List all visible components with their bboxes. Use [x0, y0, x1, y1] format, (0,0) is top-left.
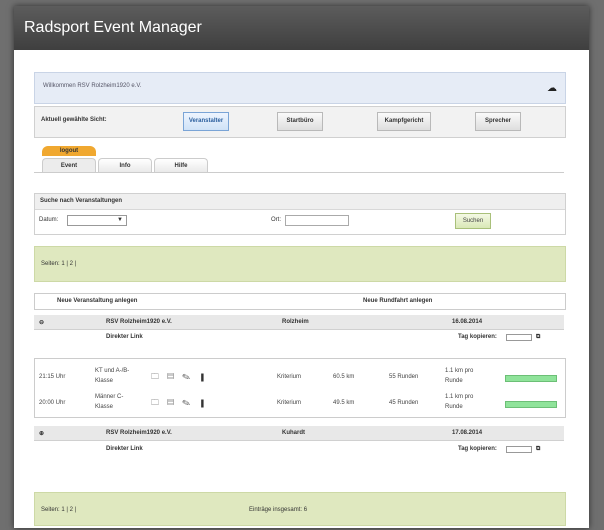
direct-link[interactable]: Direkter Link	[106, 334, 143, 340]
race-progress-bar	[505, 401, 557, 408]
tab-event[interactable]: Event	[42, 158, 96, 173]
event-club: RSV Rolzheim1920 e.V.	[106, 430, 172, 436]
race-rounds: 55 Runden	[389, 374, 419, 380]
date-label: Datum:	[39, 217, 59, 223]
tab-divider	[34, 172, 564, 173]
search-title: Suche nach Veranstaltungen	[40, 198, 123, 204]
chevron-down-icon: ▼	[117, 217, 123, 223]
event-place: Kuhardt	[282, 430, 305, 436]
race-action-icons[interactable]: 🗀 ▤ ✎ ▮	[151, 371, 209, 385]
location-input[interactable]	[285, 215, 349, 226]
pagination-text[interactable]: Seiten: 1 | 2 |	[41, 261, 76, 267]
app-title: Radsport Event Manager	[24, 19, 202, 36]
view-button-kampfgericht[interactable]: Kampfgericht	[377, 112, 431, 131]
event-subrow: Direkter Link Tag kopieren: ⧉	[34, 442, 564, 456]
welcome-text: Willkommen RSV Rolzheim1920 e.V.	[43, 83, 142, 89]
date-select[interactable]: ▼	[67, 215, 127, 226]
view-button-veranstalter[interactable]: Veranstalter	[183, 112, 229, 131]
app-frame: Radsport Event Manager Willkommen RSV Ro…	[14, 6, 589, 528]
logout-button[interactable]: logout	[42, 146, 96, 156]
race-rounds: 45 Runden	[389, 400, 419, 406]
new-round-link[interactable]: Neue Rundfahrt anlegen	[363, 298, 432, 304]
race-time: 20:00 Uhr	[39, 400, 66, 406]
race-class: KT und A-/B-	[95, 368, 130, 374]
title-bar: Radsport Event Manager	[14, 6, 589, 50]
event-subrow: Direkter Link Tag kopieren: ⧉	[34, 330, 564, 344]
race-type: Kriterium	[277, 374, 302, 380]
search-button[interactable]: Suchen	[455, 213, 491, 229]
copy-icon[interactable]: ⧉	[536, 446, 540, 453]
collapse-icon[interactable]: ⊖	[39, 319, 44, 326]
race-type: Kriterium	[277, 400, 302, 406]
race-distance: 60.5 km	[333, 374, 355, 380]
race-class: Männer C-	[95, 394, 124, 400]
event-date: 17.08.2014	[452, 430, 483, 436]
race-class-line2: Klasse	[95, 378, 114, 384]
location-label: Ort:	[271, 217, 281, 223]
race-per-round-line2: Runde	[445, 378, 463, 384]
search-header: Suche nach Veranstaltungen	[35, 194, 565, 210]
copy-day-input[interactable]	[506, 446, 532, 453]
event-header: ⊖ RSV Rolzheim1920 e.V. Rolzheim 16.08.2…	[34, 315, 564, 330]
welcome-bar: Willkommen RSV Rolzheim1920 e.V. ☁	[34, 72, 566, 104]
copy-day-label: Tag kopieren:	[458, 334, 497, 340]
actions-bar: Neue Veranstaltung anlegen Neue Rundfahr…	[34, 293, 566, 310]
race-distance: 49.5 km	[333, 400, 355, 406]
event-header: ⊕ RSV Rolzheim1920 e.V. Kuhardt 17.08.20…	[34, 426, 564, 441]
pagination-bottom: Seiten: 1 | 2 | Einträge insgesamt: 6	[34, 492, 566, 526]
race-per-round: 1.1 km pro	[445, 394, 474, 400]
search-panel: Suche nach Veranstaltungen Datum: ▼ Ort:…	[34, 193, 566, 235]
cloud-icon: ☁	[547, 83, 557, 94]
new-event-link[interactable]: Neue Veranstaltung anlegen	[57, 298, 137, 304]
event-club: RSV Rolzheim1920 e.V.	[106, 319, 172, 325]
tab-hilfe[interactable]: Hilfe	[154, 158, 208, 173]
copy-day-input[interactable]	[506, 334, 532, 341]
copy-icon[interactable]: ⧉	[536, 334, 540, 341]
total-entries: Einträge insgesamt: 6	[249, 507, 308, 513]
race-action-icons[interactable]: 🗀 ▤ ✎ ▮	[151, 397, 209, 411]
race-time: 21:15 Uhr	[39, 374, 66, 380]
race-class-line2: Klasse	[95, 404, 114, 410]
copy-day-label: Tag kopieren:	[458, 446, 497, 452]
direct-link[interactable]: Direkter Link	[106, 446, 143, 452]
pagination-top: Seiten: 1 | 2 |	[34, 246, 566, 282]
event-date: 16.08.2014	[452, 319, 483, 325]
race-table: 21:15 Uhr KT und A-/B- Klasse 🗀 ▤ ✎ ▮ Kr…	[34, 358, 566, 418]
view-label: Aktuell gewählte Sicht:	[41, 117, 107, 123]
race-progress-bar	[505, 375, 557, 382]
race-per-round: 1.1 km pro	[445, 368, 474, 374]
view-selector: Aktuell gewählte Sicht: Veranstalter Sta…	[34, 106, 566, 138]
view-button-sprecher[interactable]: Sprecher	[475, 112, 521, 131]
event-place: Rolzheim	[282, 319, 309, 325]
tab-info[interactable]: Info	[98, 158, 152, 173]
expand-icon[interactable]: ⊕	[39, 430, 44, 437]
race-per-round-line2: Runde	[445, 404, 463, 410]
pagination-text[interactable]: Seiten: 1 | 2 |	[41, 507, 76, 513]
view-button-startbuero[interactable]: Startbüro	[277, 112, 323, 131]
